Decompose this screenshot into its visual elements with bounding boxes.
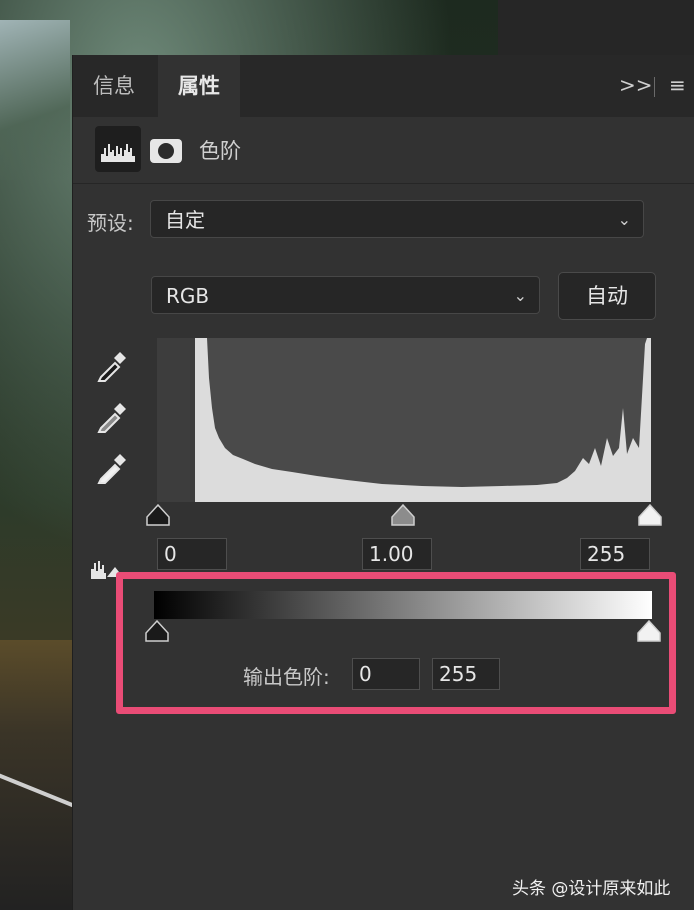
input-gamma-field[interactable]: 1.00 — [362, 538, 432, 570]
eyedropper-gray-icon[interactable] — [95, 398, 131, 434]
input-white-slider[interactable] — [638, 504, 662, 526]
input-gamma-slider[interactable] — [391, 504, 415, 526]
tab-properties[interactable]: 属性 — [158, 55, 240, 117]
collapse-icon[interactable]: >> — [619, 73, 653, 97]
eyedropper-black-icon[interactable] — [95, 347, 131, 383]
panel-menu-icon[interactable]: ≡ — [669, 73, 686, 97]
divider — [654, 77, 655, 97]
preset-value: 自定 — [165, 208, 205, 232]
preset-label: 预设: — [87, 211, 134, 235]
properties-panel: 信息 属性 >> ≡ 色阶 预设: 自定 ⌄ RGB ⌄ 自动 0 1.00 2… — [72, 55, 694, 910]
chevron-down-icon: ⌄ — [617, 210, 631, 229]
chevron-down-icon: ⌄ — [513, 286, 527, 305]
road-area — [0, 640, 80, 910]
histogram — [157, 338, 651, 502]
tab-info[interactable]: 信息 — [73, 55, 155, 117]
input-white-field[interactable]: 255 — [580, 538, 650, 570]
preset-select[interactable]: 自定 ⌄ — [150, 200, 644, 238]
mask-icon[interactable] — [150, 139, 182, 163]
channel-select[interactable]: RGB ⌄ — [151, 276, 540, 314]
auto-button[interactable]: 自动 — [558, 272, 656, 320]
watermark: 头条 @设计原来如此 — [512, 879, 671, 899]
input-black-field[interactable]: 0 — [157, 538, 227, 570]
top-dark-area — [498, 0, 694, 55]
channel-value: RGB — [166, 284, 210, 308]
eyedropper-white-icon[interactable] — [95, 449, 131, 485]
input-black-slider[interactable] — [146, 504, 170, 526]
histogram-icon[interactable] — [95, 126, 141, 172]
panel-header: 色阶 — [73, 117, 694, 184]
tab-bar: 信息 属性 >> ≡ — [73, 55, 694, 117]
sky-glimpse — [0, 20, 70, 180]
highlight-box — [116, 572, 676, 714]
adjustment-title: 色阶 — [199, 139, 241, 163]
